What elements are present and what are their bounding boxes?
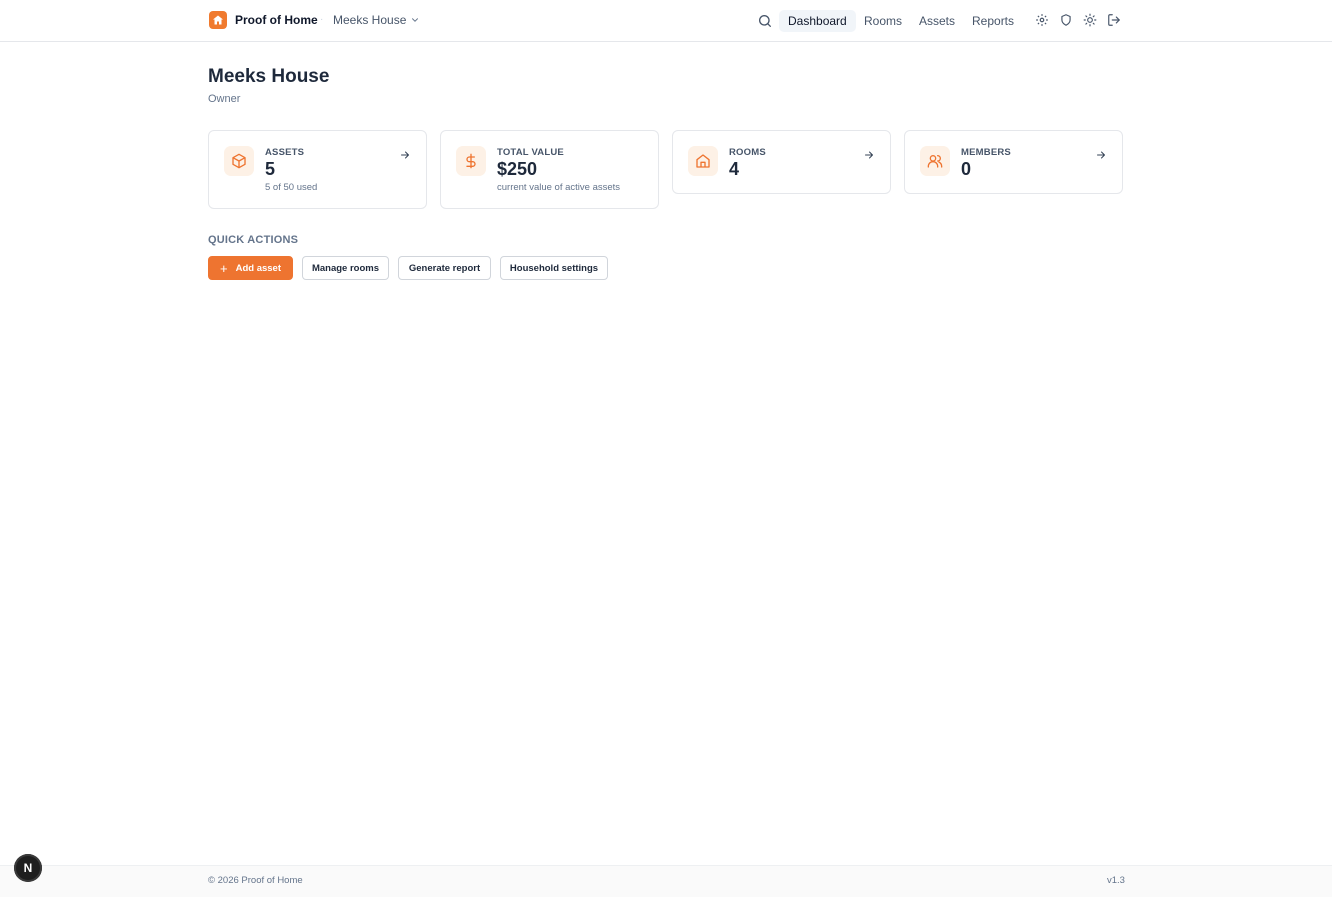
chevron-down-icon [412, 18, 419, 22]
stat-label: ASSETS [265, 147, 305, 158]
add-asset-label: Add asset [235, 262, 281, 274]
brand-name: Proof of Home [235, 13, 318, 27]
stat-note: 5 of 50 used [265, 182, 318, 193]
stat-card-assets[interactable]: ASSETS 5 5 of 50 used [208, 130, 427, 209]
home-icon [688, 146, 718, 176]
quick-actions-title: QUICK ACTIONS [208, 234, 299, 246]
stat-value: 4 [729, 159, 740, 179]
household-switcher-label: Meeks House [333, 13, 407, 27]
nav-reports[interactable]: Reports [963, 10, 1023, 32]
household-settings-button[interactable]: Household settings [500, 256, 608, 280]
stat-card-members[interactable]: MEMBERS 0 [904, 130, 1123, 194]
nav-assets[interactable]: Assets [910, 10, 964, 32]
arrow-right-icon [865, 151, 873, 159]
stat-card-total-value: TOTAL VALUE $250 current value of active… [440, 130, 659, 209]
search-icon[interactable] [757, 13, 773, 29]
page-role: Owner [208, 93, 241, 105]
arrow-right-icon [401, 151, 409, 159]
manage-rooms-button[interactable]: Manage rooms [302, 256, 389, 280]
separator-dot: · [320, 14, 324, 25]
nav-dashboard[interactable]: Dashboard [779, 10, 856, 32]
sun-icon[interactable] [1083, 13, 1097, 27]
brand-link[interactable]: Proof of Home [209, 11, 318, 29]
nav-rooms[interactable]: Rooms [855, 10, 911, 32]
settings-icon[interactable] [1035, 13, 1049, 27]
stat-label: TOTAL VALUE [497, 147, 564, 158]
stat-note: current value of active assets [497, 182, 621, 193]
page-title: Meeks House [208, 66, 330, 87]
household-switcher[interactable]: Meeks House [333, 13, 420, 27]
stat-label: ROOMS [729, 147, 766, 158]
box-icon [224, 146, 254, 176]
add-asset-button[interactable]: + Add asset [208, 256, 293, 280]
dev-tools-badge[interactable]: N [14, 854, 42, 882]
stat-value: 5 [265, 159, 276, 179]
plus-icon: + [220, 260, 228, 276]
users-icon [920, 146, 950, 176]
stat-card-rooms[interactable]: ROOMS 4 [672, 130, 891, 194]
footer-version: v1.3 [1107, 875, 1125, 886]
stat-value: $250 [497, 159, 538, 179]
logout-icon[interactable] [1107, 13, 1121, 27]
house-logo-icon [209, 11, 227, 29]
dollar-icon [456, 146, 486, 176]
shield-icon[interactable] [1059, 13, 1073, 27]
top-navigation-bar: Proof of Home · Meeks House Dashboard Ro… [0, 0, 1332, 42]
arrow-right-icon [1097, 151, 1105, 159]
footer-copyright: © 2026 Proof of Home [208, 875, 303, 886]
stat-value: 0 [961, 159, 972, 179]
generate-report-button[interactable]: Generate report [398, 256, 491, 280]
stat-label: MEMBERS [961, 147, 1011, 158]
footer: © 2026 Proof of Home v1.3 [0, 865, 1332, 897]
